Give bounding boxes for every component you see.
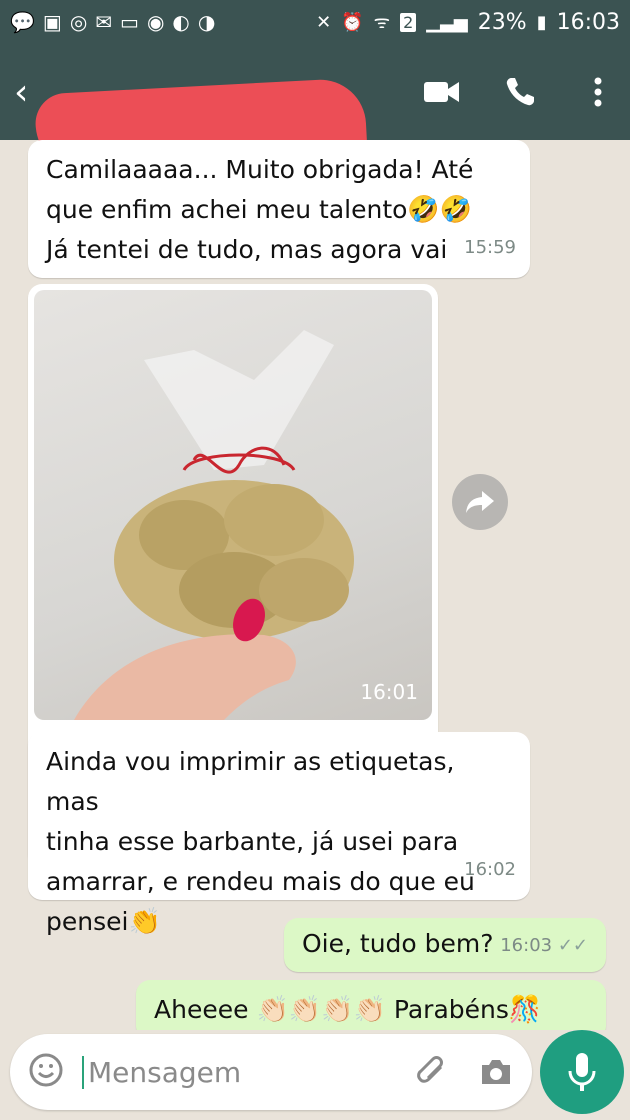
- rofl-emoji: 🤣🤣: [407, 195, 473, 225]
- status-bar: 💬 ▣ ◎ ✉ ▭ ◉ ◐ ◑ ✕ ⏰ ᯤ 2 ▁▃▅ 23% ▮ 16:03: [0, 0, 630, 44]
- message-icon: 💬: [10, 10, 35, 34]
- outgoing-message[interactable]: Aheeee 👏🏻👏🏻👏🏻👏🏻 Parabéns🎊: [136, 980, 606, 1030]
- mail-icon: ✉: [95, 10, 113, 34]
- confetti-emoji: 🎊: [508, 995, 542, 1025]
- message-line: pensei: [46, 907, 129, 936]
- message-input[interactable]: Mensagem: [82, 1055, 386, 1089]
- voice-call-icon[interactable]: [502, 74, 538, 110]
- notification-icons: 💬 ▣ ◎ ✉ ▭ ◉ ◐ ◑: [10, 10, 316, 34]
- sim-badge: 2: [400, 12, 417, 32]
- clap-emoji: 👏: [128, 907, 161, 937]
- alarm-icon: ⏰: [341, 11, 364, 33]
- cookie-bag-photo[interactable]: 16:01: [34, 290, 432, 720]
- gallery-icon: ▣: [42, 10, 62, 34]
- chat-area[interactable]: Camilaaaaa... Muito obrigada! Até que en…: [0, 140, 630, 1030]
- system-status: ✕ ⏰ ᯤ 2 ▁▃▅ 23% ▮ 16:03: [316, 10, 620, 35]
- message-text: Oie, tudo bem?: [302, 929, 494, 958]
- gamepad-icon: ◑: [197, 10, 216, 34]
- forward-button[interactable]: [452, 474, 508, 530]
- emoji-icon[interactable]: [28, 1052, 64, 1092]
- message-line: Já tentei de tudo, mas agora vai: [46, 235, 448, 264]
- message-line: tinha esse barbante, já usei para: [46, 827, 459, 856]
- incoming-message[interactable]: Ainda vou imprimir as etiquetas, mas tin…: [28, 732, 530, 937]
- battery-icon: ▮: [536, 11, 547, 33]
- message-time: 16:03 ✓✓: [500, 926, 588, 966]
- attachment-icon[interactable]: [414, 1054, 450, 1090]
- clap-emoji: 👏🏻👏🏻👏🏻👏🏻: [256, 995, 386, 1025]
- message-line: amarrar, e rendeu mais do que eu: [46, 867, 475, 896]
- incoming-message[interactable]: Camilaaaaa... Muito obrigada! Até que en…: [28, 140, 530, 278]
- mute-icon: ✕: [316, 11, 332, 33]
- more-options-icon[interactable]: [580, 74, 616, 110]
- wifi-icon: ᯤ: [373, 12, 391, 33]
- message-composer[interactable]: Mensagem: [10, 1034, 532, 1110]
- read-receipt-icon: ✓✓: [557, 935, 588, 956]
- message-time: 15:59: [464, 237, 516, 258]
- signal-icon: ▁▃▅: [426, 11, 468, 33]
- photo-illustration: [74, 330, 354, 720]
- time-text: 16:03: [500, 935, 553, 956]
- voice-message-button[interactable]: [540, 1030, 624, 1114]
- message-line: Camilaaaaa... Muito obrigada! Até: [46, 155, 474, 184]
- microphone-icon: [568, 1053, 596, 1091]
- photo-time: 16:01: [360, 680, 418, 704]
- clock: 16:03: [556, 9, 620, 35]
- gamepad-icon: ◐: [172, 10, 190, 34]
- battery-percent: 23%: [477, 9, 527, 35]
- message-time: 16:02: [464, 859, 516, 880]
- whatsapp-icon: ◎: [69, 10, 88, 34]
- message-line-with-emoji: que enfim achei meu talento🤣🤣: [46, 190, 512, 230]
- message-line: que enfim achei meu talento: [46, 195, 408, 224]
- chat-header: ‹: [0, 44, 630, 179]
- forward-icon: [466, 491, 494, 513]
- outgoing-message[interactable]: Oie, tudo bem? 16:03 ✓✓: [284, 918, 606, 972]
- laptop-icon: ▭: [120, 10, 139, 34]
- message-line: Ainda vou imprimir as etiquetas, mas: [46, 747, 455, 816]
- camera-icon[interactable]: [478, 1054, 514, 1090]
- message-text: Aheeee: [154, 995, 249, 1024]
- video-call-icon[interactable]: [424, 74, 460, 110]
- instagram-icon: ◉: [146, 10, 165, 34]
- message-text: Parabéns: [393, 995, 509, 1024]
